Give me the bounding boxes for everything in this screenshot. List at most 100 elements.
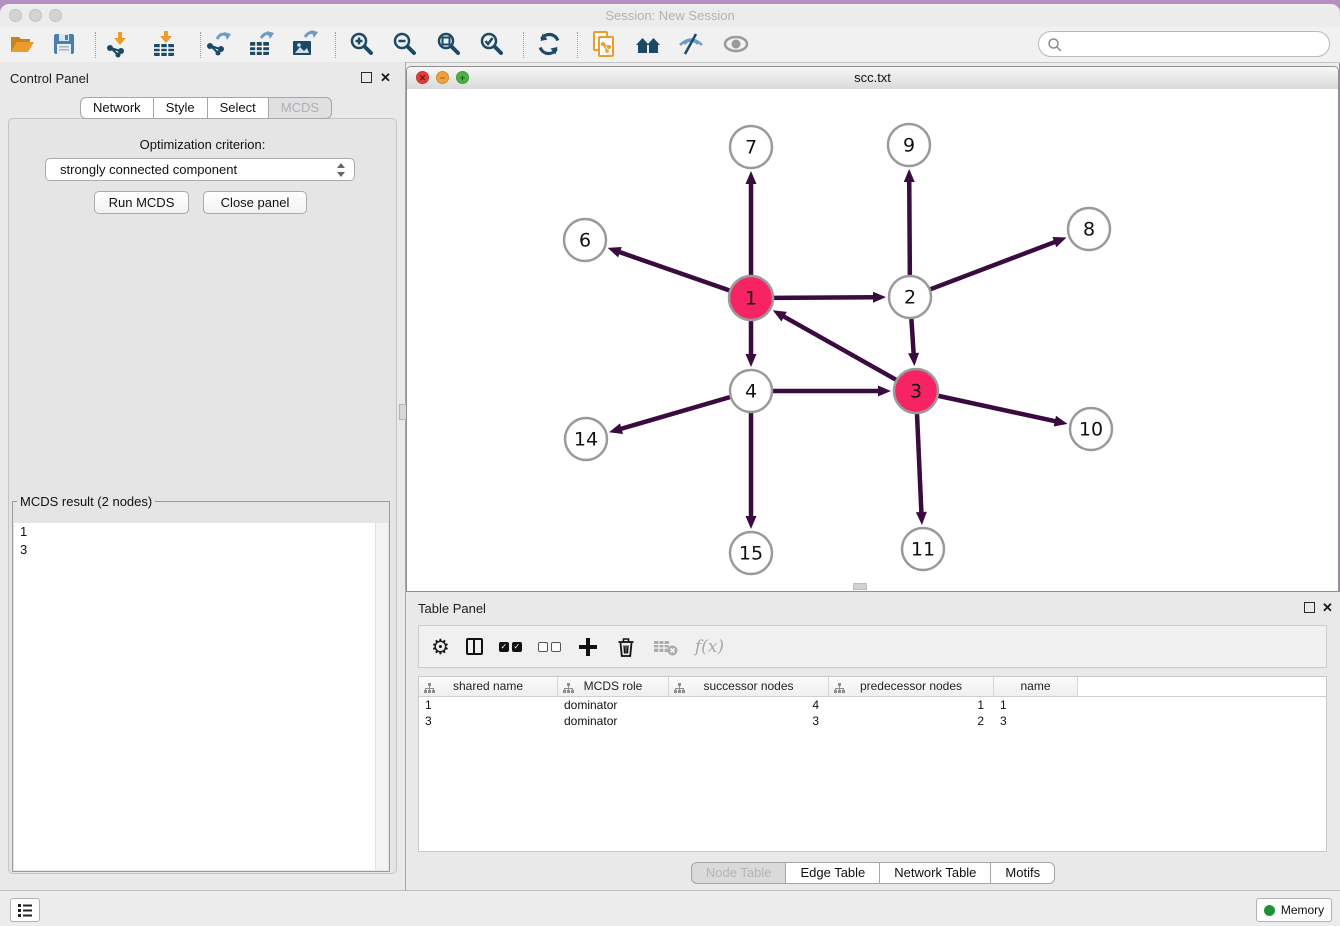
graph-edge-3-1[interactable]: [782, 316, 896, 380]
graph-node-3[interactable]: 3: [894, 369, 938, 413]
tab-motifs[interactable]: Motifs: [991, 862, 1055, 884]
mcds-result-textarea[interactable]: 1 3: [14, 523, 388, 870]
network-view-window: ✕ − + scc.txt 7968124314101511: [406, 66, 1339, 592]
graph-node-6[interactable]: 6: [564, 219, 606, 261]
table-row[interactable]: 1 dominator 4 1 1: [419, 697, 1326, 713]
task-history-button[interactable]: [10, 898, 40, 922]
table-row[interactable]: 3 dominator 3 2 3: [419, 713, 1326, 729]
zoom-fit-icon[interactable]: [435, 30, 463, 58]
column-settings-icon[interactable]: ⚙: [431, 636, 450, 658]
export-image-icon[interactable]: [290, 30, 318, 58]
graph-edge-1-6[interactable]: [618, 252, 729, 291]
open-from-ndex-icon[interactable]: [634, 30, 662, 58]
export-table-icon[interactable]: [247, 30, 275, 58]
graph-node-10[interactable]: 10: [1070, 408, 1112, 450]
graph-node-4[interactable]: 4: [730, 370, 772, 412]
column-header-shared-name[interactable]: shared name: [419, 677, 558, 696]
svg-text:14: 14: [574, 429, 598, 451]
cell-name[interactable]: 1: [994, 697, 1078, 713]
table-tabs: Node Table Edge Table Network Table Moti…: [406, 862, 1340, 884]
graph-node-2[interactable]: 2: [889, 276, 931, 318]
tab-mcds[interactable]: MCDS: [269, 97, 332, 119]
delete-row-icon[interactable]: [615, 636, 637, 658]
import-network-icon[interactable]: [104, 30, 132, 58]
close-panel-button[interactable]: Close panel: [203, 191, 307, 214]
optimization-criterion-select[interactable]: strongly connected component: [45, 158, 355, 181]
zoom-out-icon[interactable]: [391, 30, 419, 58]
apply-layout-icon[interactable]: [535, 30, 563, 58]
edge-arrowhead: [609, 423, 623, 434]
tab-network[interactable]: Network: [80, 97, 154, 119]
mcds-result-line: 1: [14, 523, 388, 541]
tab-edge-table[interactable]: Edge Table: [786, 862, 880, 884]
canvas-resize-grip[interactable]: [853, 583, 867, 590]
result-scrollbar[interactable]: [375, 523, 388, 870]
memory-status-icon: [1264, 905, 1275, 916]
hide-selected-icon[interactable]: [677, 30, 705, 58]
delete-table-icon[interactable]: [653, 636, 679, 658]
run-mcds-button[interactable]: Run MCDS: [94, 191, 189, 214]
cell-mcds-role[interactable]: dominator: [558, 697, 669, 713]
graph-edge-2-9[interactable]: [909, 180, 910, 275]
show-all-icon[interactable]: [722, 30, 750, 58]
save-session-icon[interactable]: [50, 30, 78, 58]
zoom-in-icon[interactable]: [348, 30, 376, 58]
graph-edge-2-3[interactable]: [911, 319, 913, 355]
deselect-all-icon[interactable]: [538, 642, 561, 652]
cell-predecessor-nodes[interactable]: 1: [829, 697, 994, 713]
open-file-icon[interactable]: [8, 30, 36, 58]
cell-successor-nodes[interactable]: 4: [669, 697, 829, 713]
graph-node-8[interactable]: 8: [1068, 208, 1110, 250]
tab-select[interactable]: Select: [208, 97, 269, 119]
float-panel-icon[interactable]: [361, 72, 372, 83]
graph-edge-1-2[interactable]: [774, 297, 875, 298]
cell-shared-name[interactable]: 1: [419, 697, 558, 713]
column-header-successor-nodes[interactable]: successor nodes: [669, 677, 829, 696]
graph-edge-3-10[interactable]: [938, 396, 1056, 422]
edge-arrowhead: [908, 353, 919, 366]
float-table-panel-icon[interactable]: [1304, 602, 1315, 613]
edge-arrowhead: [916, 512, 927, 525]
column-header-name[interactable]: name: [994, 677, 1078, 696]
function-builder-icon[interactable]: f(x): [695, 637, 724, 657]
graph-edge-3-11[interactable]: [917, 414, 921, 514]
close-table-panel-icon[interactable]: ✕: [1322, 601, 1333, 614]
tab-style[interactable]: Style: [154, 97, 208, 119]
cell-name[interactable]: 3: [994, 713, 1078, 729]
export-to-ndex-icon[interactable]: [590, 30, 618, 58]
edge-arrowhead: [746, 516, 757, 529]
add-row-icon[interactable]: [577, 636, 599, 658]
import-table-icon[interactable]: [150, 30, 178, 58]
cell-successor-nodes[interactable]: 3: [669, 713, 829, 729]
svg-text:2: 2: [904, 287, 916, 309]
zoom-selected-icon[interactable]: [478, 30, 506, 58]
control-panel: Control Panel ✕ Network Style Select MCD…: [0, 62, 405, 890]
graph-edge-2-8[interactable]: [931, 241, 1057, 289]
column-header-predecessor-nodes[interactable]: predecessor nodes: [829, 677, 994, 696]
search-field[interactable]: [1038, 31, 1330, 57]
memory-button[interactable]: Memory: [1256, 898, 1332, 922]
close-panel-icon[interactable]: ✕: [380, 71, 391, 84]
graph-node-1[interactable]: 1: [729, 276, 773, 320]
tab-network-table[interactable]: Network Table: [880, 862, 991, 884]
graph-edge-4-14[interactable]: [620, 397, 730, 429]
toolbar-separator: [523, 32, 524, 58]
graph-node-7[interactable]: 7: [730, 126, 772, 168]
select-all-icon[interactable]: ✓✓: [499, 642, 522, 652]
mcds-result-title: MCDS result (2 nodes): [17, 494, 155, 509]
split-panel-icon[interactable]: [466, 638, 483, 655]
network-canvas[interactable]: 7 9 6 8 1 2 4 3 14 10 15 11: [407, 89, 1338, 591]
graph-node-11[interactable]: 11: [902, 528, 944, 570]
tab-node-table[interactable]: Node Table: [691, 862, 787, 884]
edge-arrowhead: [873, 292, 886, 303]
application-window: Session: New Session: [0, 0, 1340, 926]
cell-shared-name[interactable]: 3: [419, 713, 558, 729]
search-input[interactable]: [1067, 34, 1321, 56]
graph-node-15[interactable]: 15: [730, 532, 772, 574]
cell-predecessor-nodes[interactable]: 2: [829, 713, 994, 729]
graph-node-9[interactable]: 9: [888, 124, 930, 166]
column-header-mcds-role[interactable]: MCDS role: [558, 677, 669, 696]
graph-node-14[interactable]: 14: [565, 418, 607, 460]
export-network-icon[interactable]: [204, 30, 232, 58]
cell-mcds-role[interactable]: dominator: [558, 713, 669, 729]
